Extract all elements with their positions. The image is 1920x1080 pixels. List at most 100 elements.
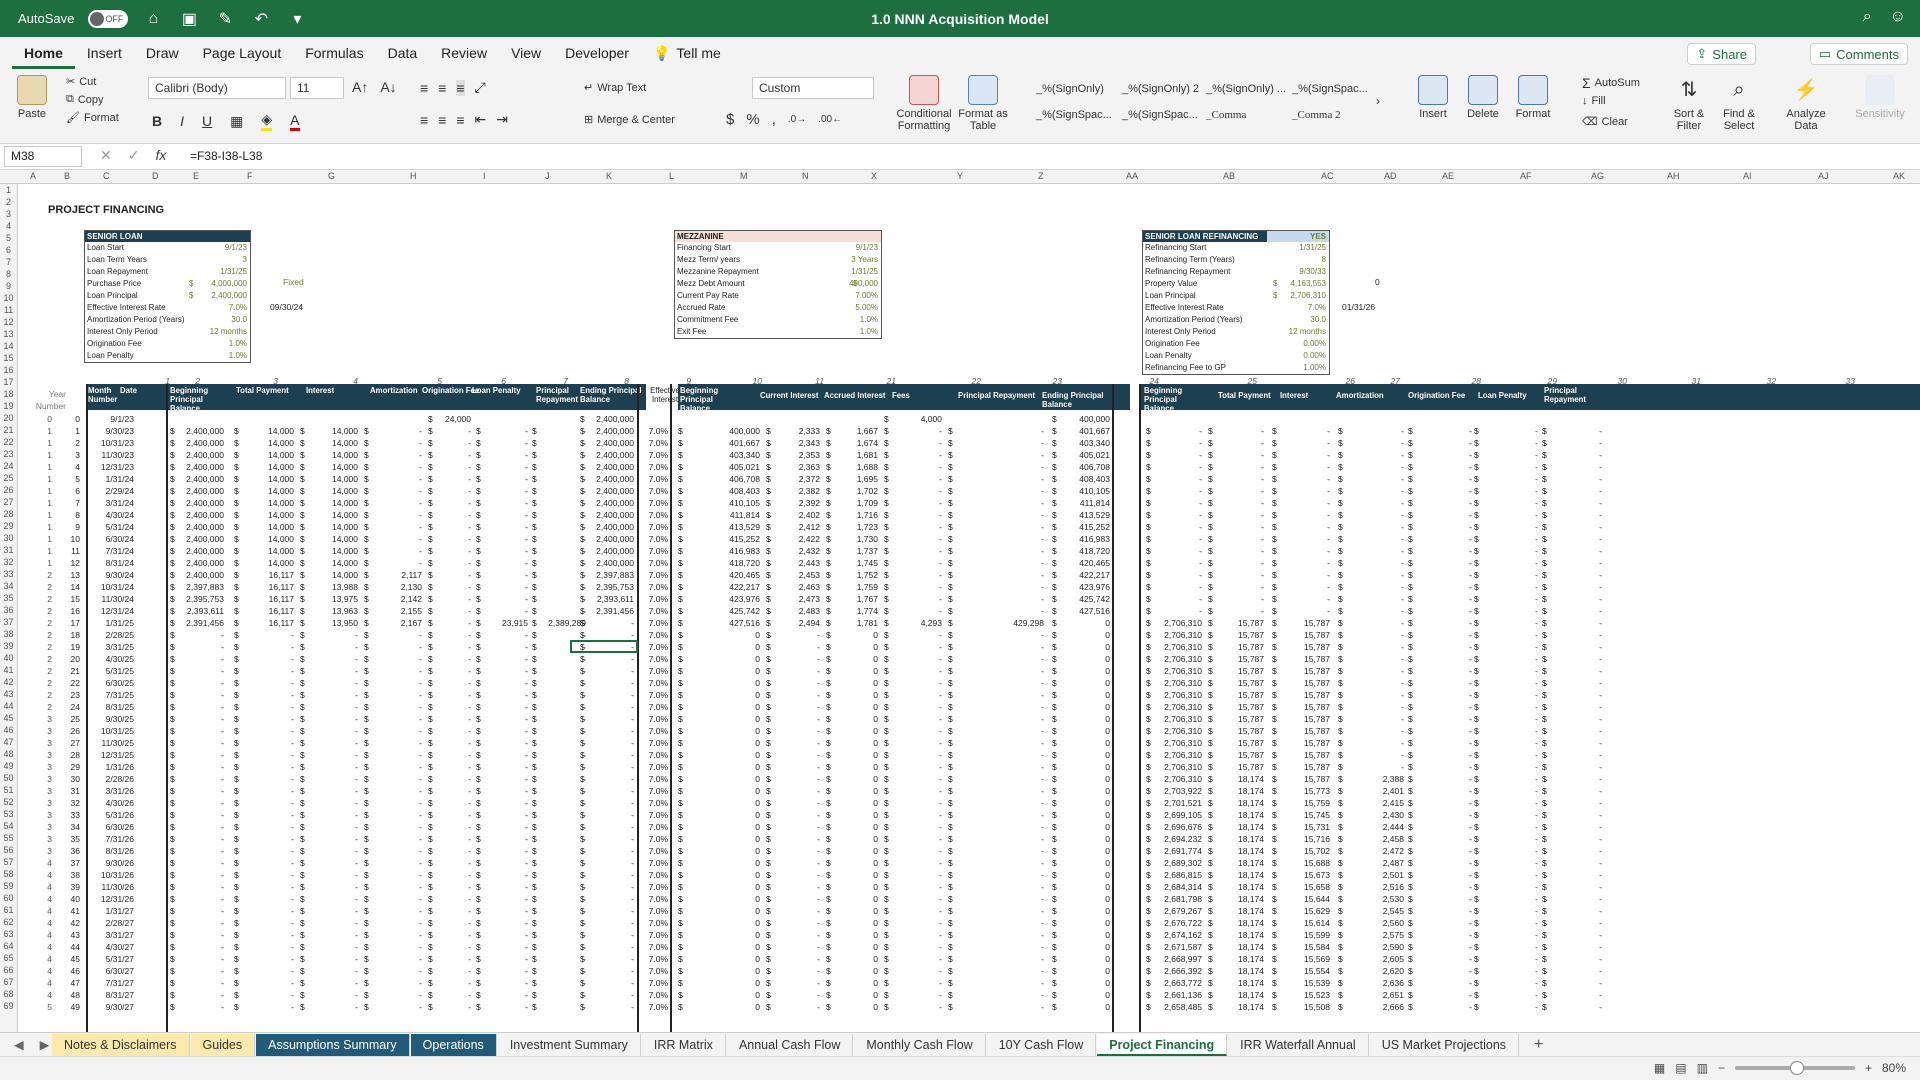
value-cell[interactable]: 2,400,000 [144,437,224,449]
value-cell[interactable]: 2,400,000 [144,473,224,485]
info-value[interactable]: 7.00% [855,290,878,302]
value-cell[interactable]: 15,508 [1250,1001,1330,1013]
value-cell[interactable]: 7.0% [588,845,668,857]
value-cell[interactable]: - [862,833,942,845]
value-cell[interactable]: 9/30/23 [54,425,134,437]
value-cell[interactable]: - [862,869,942,881]
style-5[interactable]: _%(SignSpac... [1036,109,1112,121]
value-cell[interactable]: 401,667 [1030,425,1110,437]
value-cell[interactable]: 1/31/25 [54,617,134,629]
value-cell[interactable]: - [1522,977,1602,989]
value-cell[interactable]: - [1522,593,1602,605]
value-cell[interactable]: - [1522,857,1602,869]
value-cell[interactable]: 2,393,611 [144,605,224,617]
italic-icon[interactable]: I [180,113,184,129]
value-cell[interactable]: - [1522,881,1602,893]
tab-review[interactable]: Review [429,37,499,69]
decrease-decimal-icon[interactable]: .00← [818,114,842,125]
value-cell[interactable]: 7.0% [588,701,668,713]
value-cell[interactable]: 15,629 [1250,905,1330,917]
page-break-view-icon[interactable]: ▥ [1697,1061,1708,1075]
row-header-3[interactable]: 3 [0,208,17,220]
value-cell[interactable]: 0 [1030,785,1110,797]
column-header-ad[interactable]: AD [1384,171,1397,181]
value-cell[interactable]: - [144,725,224,737]
function-icon[interactable]: fx [155,147,166,164]
value-cell[interactable]: 7.0% [588,617,668,629]
value-cell[interactable]: - [1522,545,1602,557]
value-cell[interactable]: 9/1/23 [54,413,134,425]
info-value[interactable]: 7.0% [229,302,247,314]
value-cell[interactable]: 7.0% [588,473,668,485]
value-cell[interactable]: 0 [1030,989,1110,1001]
info-value[interactable]: 2,706,310 [1290,290,1326,302]
value-cell[interactable]: 400,000 [1030,413,1110,425]
value-cell[interactable]: 8/31/26 [54,845,134,857]
value-cell[interactable]: - [1522,449,1602,461]
column-header-n[interactable]: N [802,171,809,181]
style-4[interactable]: _%(SignSpac... [1292,83,1368,95]
align-top-icon[interactable]: ≡ [420,80,428,96]
value-cell[interactable]: 11/30/24 [54,593,134,605]
value-cell[interactable]: 7.0% [588,905,668,917]
value-cell[interactable]: 2,395,753 [144,593,224,605]
value-cell[interactable]: - [862,941,942,953]
value-cell[interactable]: - [1522,833,1602,845]
row-header-13[interactable]: 13 [0,328,17,340]
value-cell[interactable]: - [144,965,224,977]
sheet-tab-monthly-cash-flow[interactable]: Monthly Cash Flow [854,1033,986,1056]
find-select-button[interactable]: ⌕ Find & Select [1714,75,1764,132]
column-header-aj[interactable]: AJ [1818,171,1829,181]
comma-icon[interactable]: , [772,111,776,128]
value-cell[interactable]: - [1522,797,1602,809]
value-cell[interactable]: 8/31/25 [54,701,134,713]
column-header-ab[interactable]: AB [1223,171,1235,181]
value-cell[interactable]: - [144,773,224,785]
value-cell[interactable]: 5/31/26 [54,809,134,821]
row-header-15[interactable]: 15 [0,352,17,364]
value-cell[interactable]: 2,400,000 [144,497,224,509]
value-cell[interactable]: - [862,773,942,785]
value-cell[interactable]: 15,658 [1250,881,1330,893]
value-cell[interactable]: 7.0% [588,941,668,953]
value-cell[interactable]: 2,400,000 [144,449,224,461]
value-cell[interactable]: 7.0% [588,509,668,521]
column-header-ak[interactable]: AK [1893,171,1905,181]
value-cell[interactable]: 12/31/25 [54,749,134,761]
format-as-table-button[interactable]: Format as Table [958,75,1008,132]
value-cell[interactable]: 15,787 [1250,689,1330,701]
value-cell[interactable]: 0 [1030,977,1110,989]
value-cell[interactable]: 4/30/25 [54,653,134,665]
value-cell[interactable]: 15,716 [1250,833,1330,845]
value-cell[interactable]: 7.0% [588,881,668,893]
value-cell[interactable]: - [144,737,224,749]
sheet-tab-us-market-projections[interactable]: US Market Projections [1370,1033,1520,1056]
value-cell[interactable]: 0 [1030,941,1110,953]
fill-button[interactable]: ↓ Fill [1582,95,1606,107]
value-cell[interactable]: - [1522,653,1602,665]
value-cell[interactable]: 2/28/27 [54,917,134,929]
column-header-a[interactable]: A [30,171,36,181]
value-cell[interactable]: - [862,785,942,797]
column-header-e[interactable]: E [193,171,199,181]
column-header-ai[interactable]: AI [1743,171,1752,181]
value-cell[interactable]: 7.0% [588,989,668,1001]
value-cell[interactable]: - [1522,437,1602,449]
value-cell[interactable]: 2,400,000 [144,569,224,581]
info-value[interactable]: 400,000 [849,278,878,290]
value-cell[interactable]: 10/31/26 [54,869,134,881]
sheet-tab-investment-summary[interactable]: Investment Summary [498,1033,641,1056]
autosum-button[interactable]: Σ AutoSum [1582,75,1640,91]
value-cell[interactable]: 0 [1030,749,1110,761]
value-cell[interactable]: 413,529 [1030,509,1110,521]
orientation-icon[interactable]: ⤢ [475,79,486,96]
cut-button[interactable]: ✂ Cut [66,75,96,89]
zoom-slider[interactable] [1734,1061,1855,1075]
row-header-18[interactable]: 18 [0,388,17,400]
value-cell[interactable]: - [862,689,942,701]
value-cell[interactable]: 7.0% [588,449,668,461]
value-cell[interactable]: - [1522,893,1602,905]
value-cell[interactable]: - [1522,917,1602,929]
normal-view-icon[interactable]: ▦ [1654,1061,1665,1075]
value-cell[interactable]: - [144,941,224,953]
